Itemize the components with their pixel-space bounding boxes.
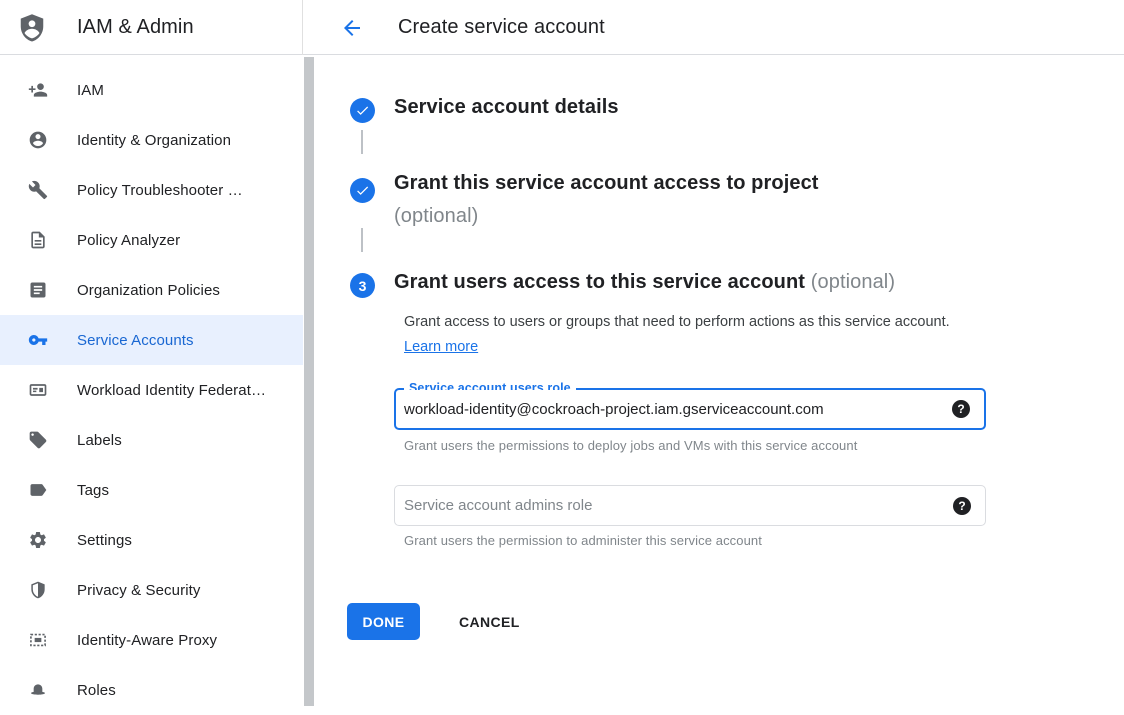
policy-analyzer-doc-icon (28, 230, 48, 250)
users-role-helper: Grant users the permissions to deploy jo… (404, 438, 857, 453)
step3-description: Grant access to users or groups that nee… (404, 310, 974, 360)
step2-optional-text: (optional) (394, 205, 478, 227)
sidebar-item-iam[interactable]: IAM (0, 65, 303, 115)
app-title: IAM & Admin (77, 16, 194, 39)
label-tag-icon (28, 430, 48, 450)
step3-title: Grant users access to this service accou… (394, 271, 895, 294)
done-button[interactable]: DONE (347, 603, 420, 640)
step-connector (361, 130, 363, 154)
sidebar-item-label: Privacy & Security (77, 582, 201, 599)
sidebar-nav: IAM Identity & Organization Policy Troub… (0, 56, 303, 707)
sidebar-item-label: Organization Policies (77, 282, 220, 299)
sidebar-item-label: Policy Analyzer (77, 232, 180, 249)
sidebar-item-label: Tags (77, 482, 109, 499)
sidebar-item-tags[interactable]: Tags (0, 465, 303, 515)
sidebar-item-label: Labels (77, 432, 122, 449)
check-icon (355, 183, 370, 198)
cancel-button[interactable]: CANCEL (449, 606, 530, 638)
sidebar-item-settings[interactable]: Settings (0, 515, 303, 565)
back-arrow-icon[interactable] (340, 16, 364, 40)
app-header: IAM & Admin Create service account (0, 0, 1124, 55)
step3-title-text: Grant users access to this service accou… (394, 271, 805, 293)
step3-optional-text: (optional) (811, 271, 895, 293)
tag-arrow-icon (28, 480, 48, 500)
wrench-icon (28, 180, 48, 200)
sidebar-item-workload-identity-federat[interactable]: Workload Identity Federat… (0, 365, 303, 415)
identity-person-icon (28, 130, 48, 150)
sidebar-item-identity-organization[interactable]: Identity & Organization (0, 115, 303, 165)
sidebar-header: IAM & Admin (0, 0, 303, 55)
users-role-input[interactable] (404, 390, 934, 428)
step-connector (361, 228, 363, 252)
sidebar-scrollbar-track[interactable] (303, 56, 315, 707)
sidebar-scrollbar-thumb[interactable] (304, 57, 314, 706)
step1-title-text: Service account details (394, 96, 619, 118)
step3-number-circle: 3 (350, 273, 375, 298)
org-policies-doc-icon (28, 280, 48, 300)
page-header: Create service account (315, 0, 605, 55)
service-account-key-icon (28, 330, 48, 350)
sidebar-item-label: Workload Identity Federat… (77, 382, 266, 399)
gear-icon (28, 530, 48, 550)
sidebar-item-label: Identity & Organization (77, 132, 231, 149)
sidebar-item-label: Policy Troubleshooter … (77, 182, 243, 199)
sidebar-item-organization-policies[interactable]: Organization Policies (0, 265, 303, 315)
workload-identity-card-icon (28, 380, 48, 400)
step2-title: Grant this service account access to pro… (394, 167, 819, 233)
sidebar-item-label: Settings (77, 532, 132, 549)
sidebar-item-roles[interactable]: Roles (0, 665, 303, 715)
help-icon[interactable]: ? (953, 497, 971, 515)
step3-number: 3 (359, 278, 367, 294)
description-text: Grant access to users or groups that nee… (404, 314, 950, 330)
shield-half-icon (28, 580, 48, 600)
person-add-icon (28, 80, 48, 100)
step2-check-circle (350, 178, 375, 203)
admins-role-input[interactable] (404, 486, 934, 525)
sidebar-item-label: Identity-Aware Proxy (77, 632, 217, 649)
step1-check-circle (350, 98, 375, 123)
iam-shield-logo-icon (17, 11, 47, 45)
sidebar-item-privacy-security[interactable]: Privacy & Security (0, 565, 303, 615)
learn-more-link[interactable]: Learn more (404, 339, 478, 355)
admins-role-field-wrapper: ? (394, 485, 986, 526)
users-role-field-wrapper: Service account users role ? (394, 388, 986, 430)
iap-dashed-icon (28, 630, 48, 650)
sidebar-item-labels[interactable]: Labels (0, 415, 303, 465)
help-icon[interactable]: ? (952, 400, 970, 418)
sidebar-item-policy-analyzer[interactable]: Policy Analyzer (0, 215, 303, 265)
button-row: DONE CANCEL (347, 603, 530, 640)
admins-role-helper: Grant users the permission to administer… (404, 533, 762, 548)
step2-title-text: Grant this service account access to pro… (394, 172, 819, 194)
sidebar-item-label: Service Accounts (77, 332, 194, 349)
roles-hat-icon (28, 680, 48, 700)
page-title: Create service account (398, 16, 605, 39)
step1-title: Service account details (394, 96, 619, 119)
sidebar-item-label: IAM (77, 82, 104, 99)
sidebar-item-policy-troubleshooter[interactable]: Policy Troubleshooter … (0, 165, 303, 215)
main-content: Service account details Grant this servi… (315, 56, 1124, 707)
sidebar-item-identity-aware-proxy[interactable]: Identity-Aware Proxy (0, 615, 303, 665)
sidebar-item-label: Roles (77, 682, 116, 699)
sidebar-item-service-accounts[interactable]: Service Accounts (0, 315, 303, 365)
check-icon (355, 103, 370, 118)
